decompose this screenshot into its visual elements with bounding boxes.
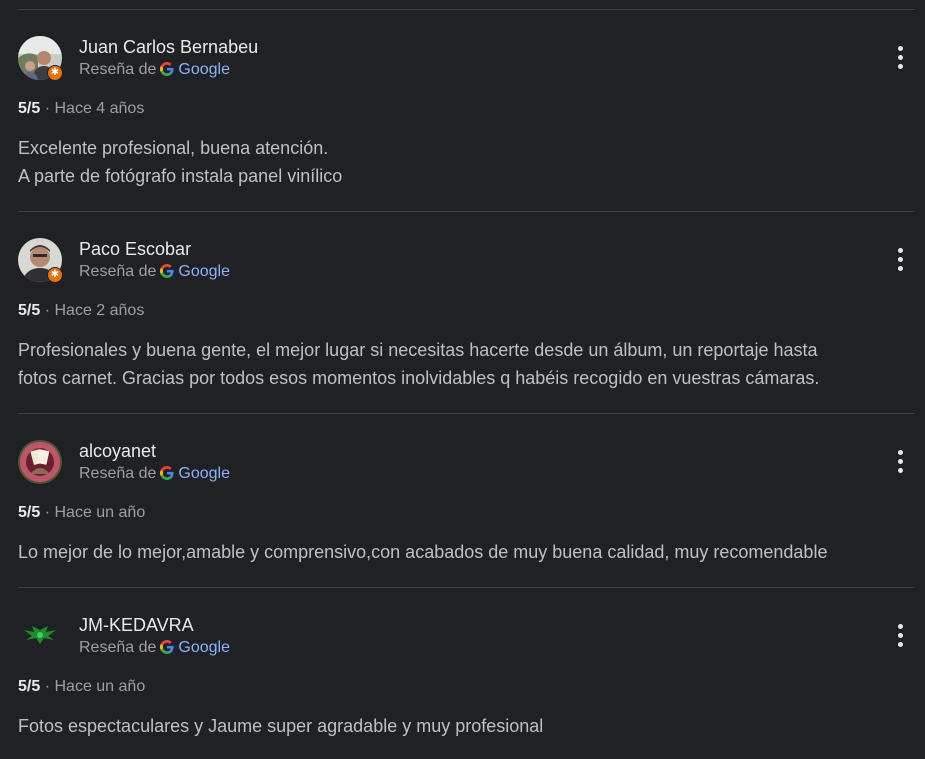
avatar[interactable]: ✱	[18, 36, 63, 81]
source-prefix: Reseña de	[79, 639, 157, 656]
more-options-icon[interactable]	[893, 246, 909, 274]
review-text: Excelente profesional, buena atención. A…	[18, 134, 915, 190]
separator: ·	[44, 100, 51, 117]
rating-line: 5/5 · Hace un año	[18, 503, 145, 523]
rating-line: 5/5 · Hace 4 años	[18, 99, 144, 119]
google-g-icon	[160, 640, 174, 654]
rating-value: 5/5	[18, 302, 41, 319]
google-g-icon	[160, 62, 174, 76]
source-prefix: Reseña de	[79, 263, 157, 280]
rating-value: 5/5	[18, 678, 41, 695]
separator: ·	[44, 678, 51, 695]
source-google-label[interactable]: Google	[178, 639, 230, 656]
source-prefix: Reseña de	[79, 465, 157, 482]
google-g-icon	[160, 264, 174, 278]
review-text: Lo mejor de lo mejor,amable y comprensiv…	[18, 538, 915, 566]
source-google-label[interactable]: Google	[178, 61, 230, 78]
review-text-line: fotos carnet. Gracias por todos esos mom…	[18, 368, 820, 388]
reviewer-name[interactable]: alcoyanet	[79, 440, 156, 462]
review-source: Reseña de Google	[79, 638, 230, 658]
review-card: alcoyanet Reseña de Google 5/5 · Hace un …	[18, 413, 915, 587]
avatar-photo	[18, 614, 62, 658]
review-card: ✱ Paco Escobar Reseña de Google 5/5 · Hac…	[18, 211, 915, 413]
reviewer-name[interactable]: JM-KEDAVRA	[79, 614, 194, 636]
local-guide-badge-icon: ✱	[47, 65, 63, 81]
avatar[interactable]	[18, 440, 62, 484]
avatar[interactable]: ✱	[18, 238, 63, 283]
review-text-line: Profesionales y buena gente, el mejor lu…	[18, 340, 818, 360]
rating-line: 5/5 · Hace 2 años	[18, 301, 144, 321]
source-google-label[interactable]: Google	[178, 263, 230, 280]
review-text-line: Excelente profesional, buena atención.	[18, 138, 329, 158]
local-guide-badge-icon: ✱	[47, 267, 63, 283]
reviews-list: ✱ Juan Carlos Bernabeu Reseña de Google 5…	[18, 9, 915, 759]
reviewer-name[interactable]: Juan Carlos Bernabeu	[79, 36, 258, 58]
rating-line: 5/5 · Hace un año	[18, 677, 145, 697]
review-time: Hace 2 años	[54, 302, 145, 319]
review-time: Hace un año	[54, 678, 146, 695]
separator: ·	[44, 504, 51, 521]
review-text-line: A parte de fotógrafo instala panel viníl…	[18, 166, 343, 186]
review-source: Reseña de Google	[79, 60, 230, 80]
source-google-label[interactable]: Google	[178, 465, 230, 482]
review-text: Fotos espectaculares y Jaume super agrad…	[18, 712, 915, 740]
review-time: Hace 4 años	[54, 100, 145, 117]
review-source: Reseña de Google	[79, 464, 230, 484]
rating-value: 5/5	[18, 100, 41, 117]
avatar-photo	[18, 440, 62, 484]
avatar[interactable]	[18, 614, 62, 658]
google-g-icon	[160, 466, 174, 480]
review-card: JM-KEDAVRA Reseña de Google 5/5 · Hace un…	[18, 587, 915, 759]
reviewer-name[interactable]: Paco Escobar	[79, 238, 191, 260]
review-text-line: Lo mejor de lo mejor,amable y comprensiv…	[18, 542, 828, 562]
more-options-icon[interactable]	[893, 622, 909, 650]
source-prefix: Reseña de	[79, 61, 157, 78]
review-source: Reseña de Google	[79, 262, 230, 282]
review-text-line: Fotos espectaculares y Jaume super agrad…	[18, 716, 544, 736]
rating-value: 5/5	[18, 504, 41, 521]
separator: ·	[44, 302, 51, 319]
review-text: Profesionales y buena gente, el mejor lu…	[18, 336, 915, 392]
review-time: Hace un año	[54, 504, 146, 521]
more-options-icon[interactable]	[893, 448, 909, 476]
review-card: ✱ Juan Carlos Bernabeu Reseña de Google 5…	[18, 9, 915, 211]
more-options-icon[interactable]	[893, 44, 909, 72]
